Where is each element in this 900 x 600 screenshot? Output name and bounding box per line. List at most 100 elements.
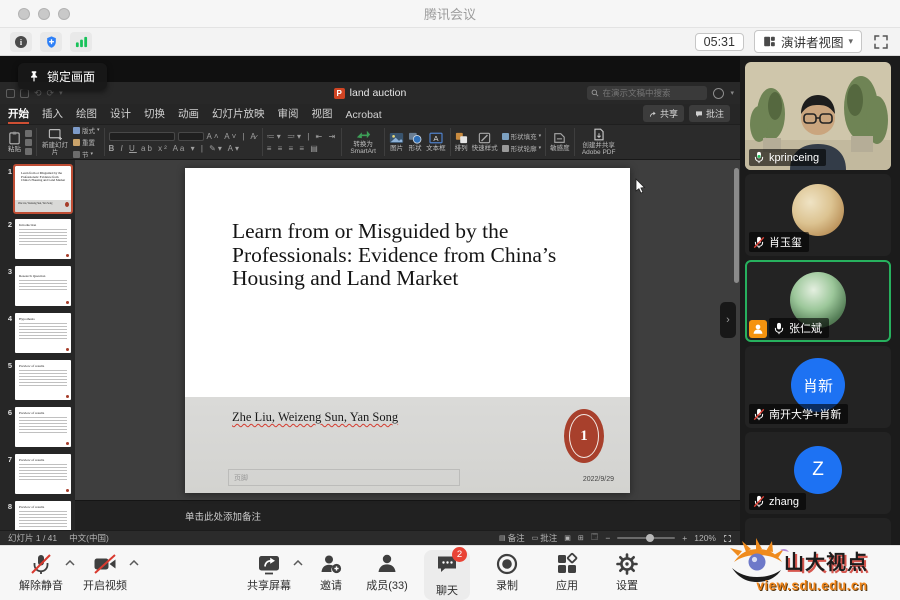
share-screen-button[interactable]: 共享屏幕 <box>246 552 292 593</box>
arrange-button[interactable]: 排列 <box>455 132 468 152</box>
language-indicator[interactable]: 中文(中国) <box>69 532 109 544</box>
layout-button[interactable]: 版式▾ <box>73 125 100 135</box>
account-icon[interactable] <box>713 88 724 99</box>
participant-tile-kprinceing[interactable]: kprinceing <box>745 62 891 170</box>
participant-tile-partial[interactable] <box>745 518 891 545</box>
thumb-number: 7 <box>2 454 12 494</box>
invite-button[interactable]: 邀请 <box>308 552 354 593</box>
section-button[interactable]: 节▾ <box>73 149 100 159</box>
tab-design[interactable]: 设计 <box>110 106 131 124</box>
shape-outline-button[interactable]: 形状轮廓▾ <box>502 143 542 153</box>
slide-thumbnail-5[interactable]: 5 Preview of results <box>2 360 71 400</box>
powerpoint-window: ⟲⟳▾ P land auction ▾ <box>0 82 740 545</box>
quick-styles-button[interactable]: 快速样式 <box>472 132 498 152</box>
ribbon-slides-group: 新建幻灯片 版式▾ 重置 节▾ <box>37 125 104 159</box>
shapes-button[interactable]: 形状 <box>408 132 422 152</box>
slide-title: Learn from or Misguided by the Professio… <box>185 168 630 291</box>
zoom-in-button[interactable]: + <box>682 533 687 543</box>
chat-button[interactable]: 2 聊天 <box>424 550 470 600</box>
record-button[interactable]: 录制 <box>484 552 530 593</box>
slide-footer-placeholder[interactable]: 页脚 <box>228 469 460 486</box>
copy-button[interactable] <box>25 139 32 146</box>
comments-toggle-button[interactable]: ▭批注 <box>532 532 558 544</box>
normal-view-button[interactable]: ▣ <box>564 534 571 542</box>
camera-off-icon <box>92 552 118 576</box>
zoom-level[interactable]: 120% <box>694 533 716 543</box>
meeting-toolbar: i 05:31 演讲者视图 ▾ <box>0 28 900 56</box>
security-button[interactable] <box>40 32 62 52</box>
network-quality-button[interactable] <box>70 32 92 52</box>
list-buttons[interactable]: ≔▾ ≕▾ | ⇤ ⇥ <box>267 132 337 141</box>
tab-transitions[interactable]: 切换 <box>144 106 165 124</box>
notes-pane[interactable]: 单击此处添加备注 <box>75 500 740 530</box>
textbox-button[interactable]: A 文本框 <box>426 132 446 152</box>
font-name-select[interactable] <box>109 132 175 141</box>
convert-smartart-button[interactable]: 转换为SmartArt <box>346 129 380 155</box>
chevron-up-icon[interactable] <box>293 560 303 566</box>
slide-thumbnail-2[interactable]: 2 Introduction <box>2 219 71 259</box>
notes-toggle-button[interactable]: ▤备注 <box>499 532 525 544</box>
tab-acrobat[interactable]: Acrobat <box>346 109 382 124</box>
members-button[interactable]: 成员(33) <box>364 552 410 593</box>
shape-fill-button[interactable]: 形状填充▾ <box>502 131 542 141</box>
slideshow-button[interactable]: 🗔 <box>591 533 599 544</box>
settings-button[interactable]: 设置 <box>604 552 650 593</box>
paste-button[interactable]: 粘贴 <box>8 131 21 153</box>
slide-sorter-view-button[interactable]: ⊞ <box>578 534 584 542</box>
tab-draw[interactable]: 绘图 <box>76 106 97 124</box>
fullscreen-button[interactable] <box>872 33 890 51</box>
font-grow-shrink-buttons[interactable]: A˄ A˅ | A̷ <box>207 132 258 141</box>
participant-tile-zhangrenbin[interactable]: 张仁斌 <box>745 260 891 342</box>
cut-button[interactable] <box>25 130 32 137</box>
start-video-button[interactable]: 开启视频 <box>82 552 128 593</box>
slide-thumbnail-4[interactable]: 4 Hypothesis <box>2 313 71 353</box>
ppt-comments-button[interactable]: 批注 <box>689 105 730 122</box>
fit-slide-button[interactable] <box>723 534 732 543</box>
sensitivity-button[interactable]: 敏感度 <box>550 132 570 152</box>
create-pdf-button[interactable]: 创建并共享Adobe PDF <box>579 128 619 156</box>
apps-button[interactable]: 应用 <box>544 552 590 593</box>
format-painter-button[interactable] <box>25 148 32 155</box>
tab-animations[interactable]: 动画 <box>178 106 199 124</box>
picture-button[interactable]: 图片 <box>389 132 404 152</box>
slide-thumbnail-7[interactable]: 7 Preview of results <box>2 454 71 494</box>
chevron-up-icon[interactable] <box>129 560 139 566</box>
zoom-slider[interactable] <box>617 537 675 539</box>
participant-tile-xiaoxin[interactable]: 肖新 南开大学+肖新 <box>745 346 891 428</box>
unmute-button[interactable]: 解除静音 <box>18 552 64 593</box>
tab-review[interactable]: 审阅 <box>278 106 299 124</box>
canvas-scrollbar[interactable] <box>734 168 739 283</box>
ppt-search-input[interactable] <box>602 88 703 98</box>
tab-home[interactable]: 开始 <box>8 106 29 124</box>
reset-button[interactable]: 重置 <box>73 137 100 147</box>
tab-insert[interactable]: 插入 <box>42 106 63 124</box>
mic-muted-icon <box>753 408 765 421</box>
pin-view-button[interactable]: 锁定画面 <box>18 63 107 90</box>
view-mode-button[interactable]: 演讲者视图 ▾ <box>754 30 862 53</box>
font-style-buttons[interactable]: B I U ab x² Aa ▾ | ✎▾ A▾ <box>109 144 241 153</box>
slide-thumbnail-8[interactable]: 8 Preview of results <box>2 501 71 530</box>
meeting-info-button[interactable]: i <box>10 32 32 52</box>
chevron-up-icon[interactable] <box>65 560 75 566</box>
panel-expand-button[interactable]: › <box>720 302 736 338</box>
tab-slideshow[interactable]: 幻灯片放映 <box>212 106 265 124</box>
participant-tile-xiaoyuxi[interactable]: 肖玉玺 <box>745 174 891 256</box>
ppt-share-button[interactable]: 共享 <box>643 105 684 122</box>
new-slide-button[interactable]: 新建幻灯片 <box>41 128 69 156</box>
ppt-ribbon-tabs: 开始 插入 绘图 设计 切换 动画 幻灯片放映 审阅 视图 Acrobat 共享 <box>0 104 740 124</box>
pin-tooltip-label: 锁定画面 <box>47 68 95 85</box>
participant-tile-zhang[interactable]: Z zhang <box>745 432 891 514</box>
tab-view[interactable]: 视图 <box>312 106 333 124</box>
participant-name: 南开大学+肖新 <box>769 406 841 422</box>
font-size-select[interactable] <box>178 132 204 141</box>
ppt-search-field[interactable] <box>587 86 707 100</box>
ppt-share-label: 共享 <box>660 107 678 120</box>
slide-thumbnail-6[interactable]: 6 Preview of results <box>2 407 71 447</box>
slide-thumbnail-3[interactable]: 3 Research Question <box>2 266 71 306</box>
zoom-out-button[interactable]: − <box>605 533 610 543</box>
ribbon-font-group: A˄ A˅ | A̷ B I U ab x² Aa ▾ | ✎▾ A▾ <box>105 125 262 159</box>
participant-name-bar: 张仁斌 <box>769 318 829 338</box>
align-buttons[interactable]: ≡ ≡ ≡ ≡ ▤ <box>267 144 320 153</box>
current-slide[interactable]: Learn from or Misguided by the Professio… <box>185 168 630 493</box>
slide-thumbnail-1[interactable]: 1 Learn from or Misguided by the Profess… <box>2 166 71 212</box>
